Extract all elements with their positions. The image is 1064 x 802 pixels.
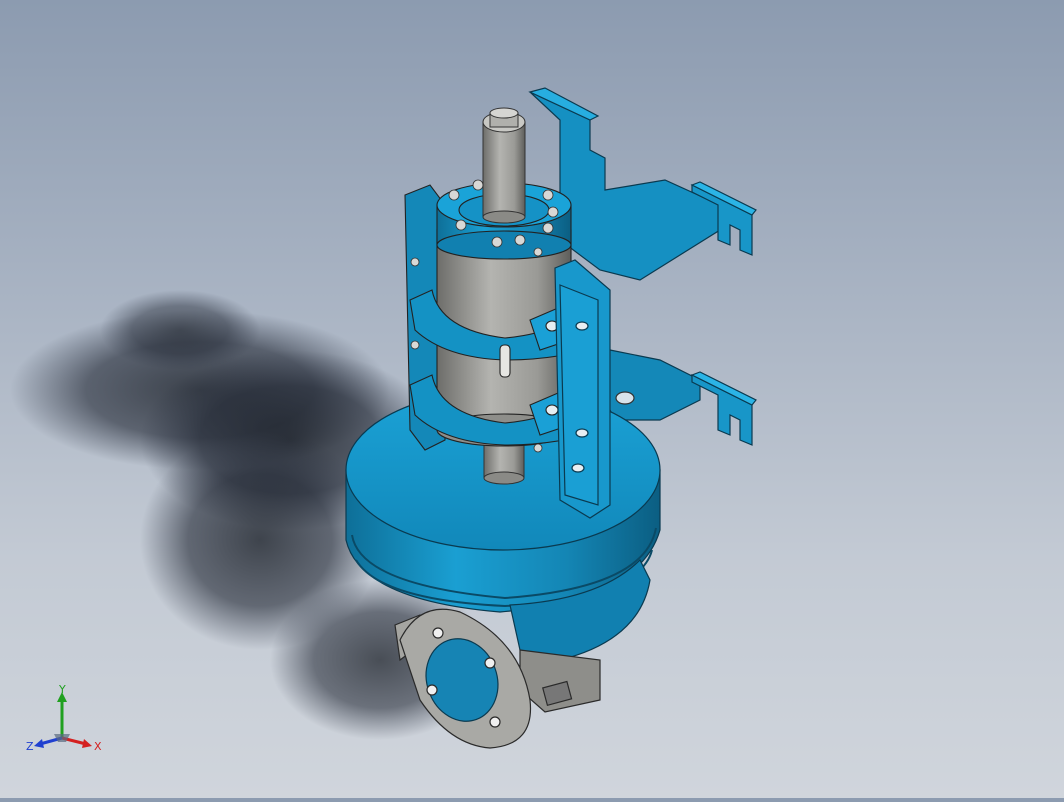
triad-z-label: Z [26, 740, 34, 753]
coordinate-triad: Y X Z [26, 684, 102, 753]
triad-y-label: Y [58, 684, 66, 696]
front-support-leg[interactable] [554, 259, 611, 519]
cad-graphics-viewport[interactable]: Y X Z [0, 0, 1064, 798]
pump-assembly-model[interactable] [0, 0, 1064, 798]
triad-x-label: X [94, 740, 102, 753]
pump-shaft-upper[interactable] [482, 107, 526, 224]
